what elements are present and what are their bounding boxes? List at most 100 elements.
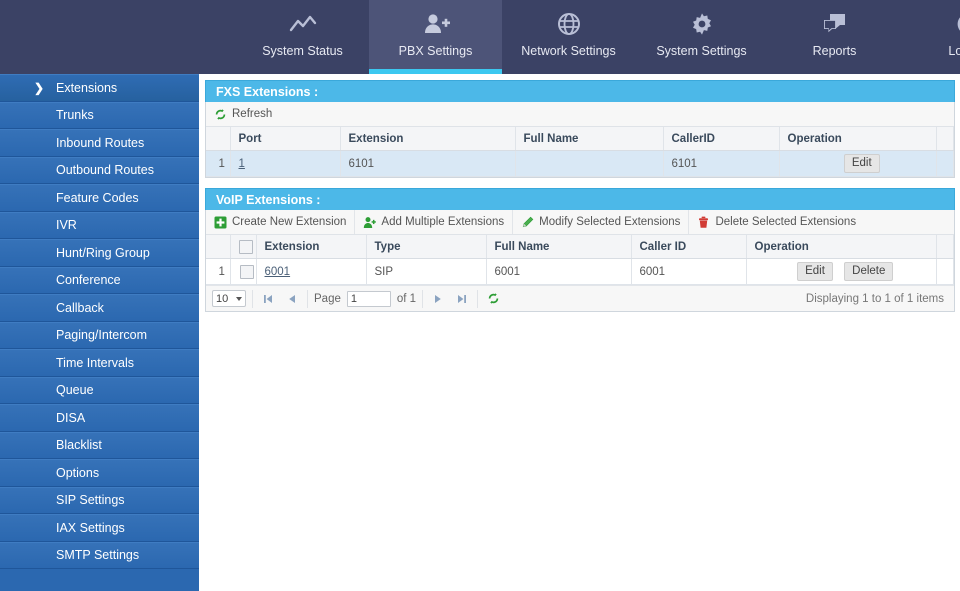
first-page-button[interactable]	[259, 290, 277, 308]
chevron-right-icon: ❯	[33, 80, 44, 95]
fxs-col-full-name: Full Name	[515, 127, 664, 151]
delete-selected-extensions-button[interactable]: Delete Selected Extensions	[689, 210, 864, 234]
select-all-checkbox[interactable]	[238, 239, 253, 254]
top-navigation-bar: System Status PBX Settings Network Setti…	[0, 0, 960, 74]
fxs-port-link[interactable]: 1	[239, 158, 245, 170]
sidebar-item-label: Options	[56, 465, 100, 480]
sidebar-item-inbound-routes[interactable]: Inbound Routes	[0, 129, 199, 157]
voip-col-operation: Operation	[746, 235, 937, 259]
page-size-value: 10	[216, 292, 229, 305]
fxs-col-operation: Operation	[779, 127, 937, 151]
row-checkbox[interactable]	[240, 264, 254, 279]
voip-table-header-row: Extension Type Full Name Caller ID Opera…	[206, 235, 954, 259]
voip-edit-button[interactable]: Edit	[797, 262, 833, 281]
voip-panel-title: VoIP Extensions :	[205, 188, 955, 210]
sidebar-item-label: Conference	[56, 273, 121, 288]
next-page-button[interactable]	[429, 290, 447, 308]
tab-system-status[interactable]: System Status	[236, 0, 369, 74]
sidebar-item-label: SIP Settings	[56, 493, 125, 508]
sidebar-item-label: Trunks	[56, 108, 94, 123]
fxs-cell-gutter	[936, 150, 954, 177]
gear-icon	[689, 9, 715, 39]
sidebar-item-hunt-ring-group[interactable]: Hunt/Ring Group	[0, 239, 199, 267]
pagination-bar: 10 Page of 1	[206, 285, 954, 311]
voip-delete-button[interactable]: Delete	[844, 262, 894, 281]
tab-label: System Settings	[656, 44, 747, 58]
user-add-icon	[421, 9, 451, 39]
sidebar-item-label: Callback	[56, 300, 104, 315]
sidebar-item-ivr[interactable]: IVR	[0, 211, 199, 239]
page-number-input[interactable]	[346, 290, 391, 307]
sidebar-item-smtp-settings[interactable]: SMTP Settings	[0, 541, 199, 569]
voip-col-extension: Extension	[256, 235, 367, 259]
sidebar-item-callback[interactable]: Callback	[0, 294, 199, 322]
refresh-button[interactable]: Refresh	[206, 102, 280, 126]
add-multiple-extensions-label: Add Multiple Extensions	[381, 216, 505, 228]
pencil-icon	[521, 216, 534, 229]
sidebar-item-sip-settings[interactable]: SIP Settings	[0, 486, 199, 514]
sidebar-item-conference[interactable]: Conference	[0, 266, 199, 294]
fxs-col-extension: Extension	[340, 127, 516, 151]
voip-row-select	[230, 258, 257, 285]
table-row: 1 6001 SIP 6001 6001 Edit Delete	[206, 258, 954, 285]
sidebar-item-time-intervals[interactable]: Time Intervals	[0, 349, 199, 377]
sidebar-item-extensions[interactable]: ❯ Extensions	[0, 74, 199, 102]
sidebar-menu: ❯ Extensions Trunks Inbound Routes Outbo…	[0, 74, 199, 591]
fxs-edit-button[interactable]: Edit	[843, 154, 880, 173]
tab-reports[interactable]: Reports	[768, 0, 901, 74]
tab-logout[interactable]: Logout	[901, 0, 960, 74]
fxs-col-gutter	[936, 127, 954, 151]
tab-label: Network Settings	[521, 44, 616, 58]
previous-page-button[interactable]	[283, 290, 301, 308]
voip-extensions-table: Extension Type Full Name Caller ID Opera…	[206, 235, 954, 285]
tab-pbx-settings[interactable]: PBX Settings	[369, 0, 502, 74]
page-body: ❯ Extensions Trunks Inbound Routes Outbo…	[0, 74, 960, 591]
tab-network-settings[interactable]: Network Settings	[502, 0, 635, 74]
fxs-toolbar: Refresh	[206, 102, 954, 127]
sidebar-item-feature-codes[interactable]: Feature Codes	[0, 184, 199, 212]
voip-col-type: Type	[366, 235, 487, 259]
table-row: 1 1 6101 6101 Edit	[206, 150, 954, 177]
sidebar-item-blacklist[interactable]: Blacklist	[0, 431, 199, 459]
tab-label: PBX Settings	[398, 44, 473, 58]
sidebar-item-queue[interactable]: Queue	[0, 376, 199, 404]
fxs-col-port: Port	[230, 127, 341, 151]
fxs-extensions-panel: FXS Extensions : Refresh Port Extension …	[205, 80, 955, 178]
sidebar-item-iax-settings[interactable]: IAX Settings	[0, 514, 199, 542]
main-content: FXS Extensions : Refresh Port Extension …	[199, 74, 960, 591]
fxs-panel-body: Refresh Port Extension Full Name CallerI…	[205, 102, 955, 178]
fxs-cell-port: 1	[230, 150, 341, 177]
plus-square-icon	[214, 216, 227, 229]
last-page-button[interactable]	[453, 290, 471, 308]
fxs-row-index: 1	[206, 150, 231, 177]
tab-label: Logout	[948, 44, 960, 58]
pager-divider	[422, 289, 424, 308]
delete-selected-extensions-label: Delete Selected Extensions	[715, 216, 857, 228]
tab-system-settings[interactable]: System Settings	[635, 0, 768, 74]
voip-col-select-all	[230, 235, 257, 259]
fxs-cell-extension: 6101	[340, 150, 516, 177]
voip-col-caller-id: Caller ID	[631, 235, 747, 259]
sidebar-item-label: Blacklist	[56, 438, 102, 453]
sidebar-item-paging-intercom[interactable]: Paging/Intercom	[0, 321, 199, 349]
sidebar-item-disa[interactable]: DISA	[0, 404, 199, 432]
voip-extension-link[interactable]: 6001	[265, 266, 291, 278]
voip-col-gutter	[936, 235, 954, 259]
create-new-extension-button[interactable]: Create New Extension	[206, 210, 356, 234]
fxs-table-header-row: Port Extension Full Name CallerID Operat…	[206, 127, 954, 151]
add-multiple-extensions-button[interactable]: Add Multiple Extensions	[355, 210, 514, 234]
trash-icon	[697, 216, 710, 229]
page-size-select[interactable]: 10	[212, 290, 246, 307]
voip-cell-type: SIP	[366, 258, 487, 285]
close-circle-icon	[955, 9, 960, 39]
pager-refresh-button[interactable]	[484, 290, 502, 308]
voip-cell-extension: 6001	[256, 258, 367, 285]
voip-cell-gutter	[936, 258, 954, 285]
modify-selected-extensions-button[interactable]: Modify Selected Extensions	[513, 210, 690, 234]
sidebar-item-options[interactable]: Options	[0, 459, 199, 487]
sidebar-item-trunks[interactable]: Trunks	[0, 101, 199, 129]
sidebar-item-outbound-routes[interactable]: Outbound Routes	[0, 156, 199, 184]
sidebar-item-label: Time Intervals	[56, 355, 135, 370]
voip-toolbar: Create New Extension Add Multiple Extens…	[206, 210, 954, 235]
voip-extensions-panel: VoIP Extensions : Create New Extension A…	[205, 188, 955, 312]
